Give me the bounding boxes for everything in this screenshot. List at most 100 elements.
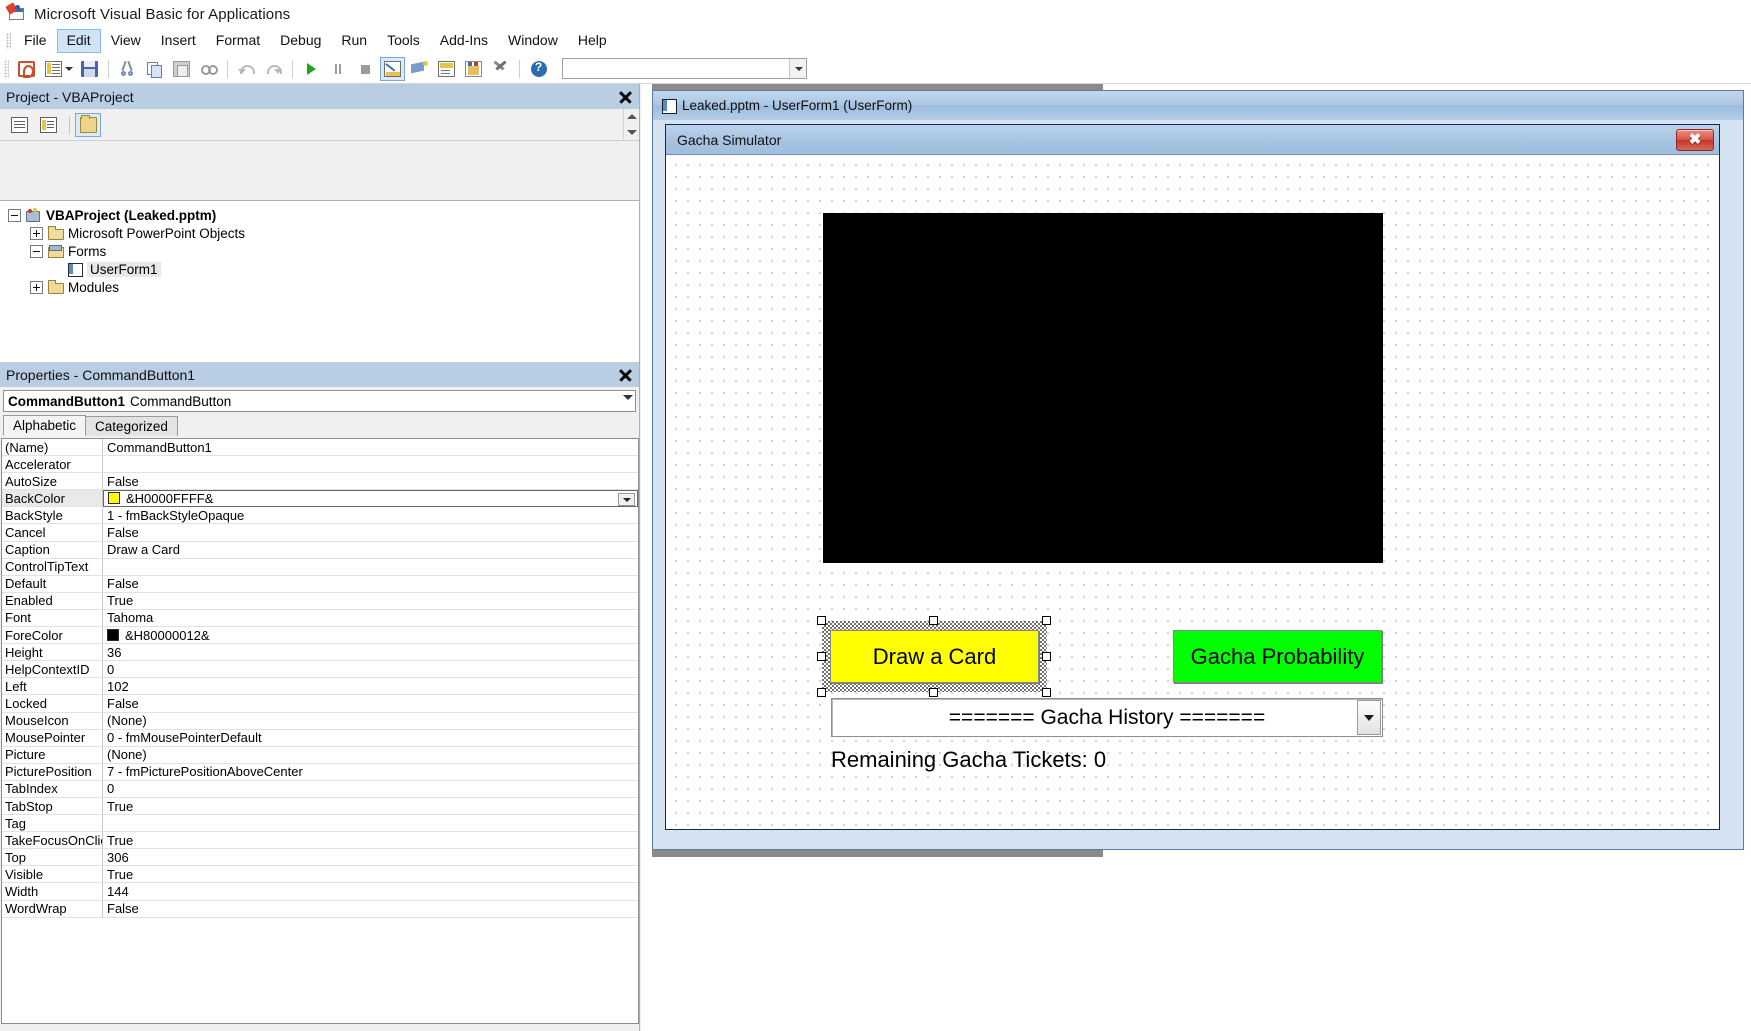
property-row[interactable]: Left 102 [2,678,638,696]
property-value[interactable]: False [103,695,638,711]
property-value-cell[interactable]: &H0000FFFF& [103,489,638,507]
property-row[interactable]: AutoSize False [2,473,638,491]
tree-node-userform1[interactable]: UserForm1 [0,260,639,278]
property-row[interactable]: Font Tahoma [2,609,638,628]
property-value[interactable]: 7 - fmPicturePositionAboveCenter [103,764,638,780]
menu-item-file[interactable]: File [14,29,57,53]
property-value[interactable]: False [103,524,638,540]
gacha-history-combobox[interactable]: ======= Gacha History ======= [831,698,1383,737]
property-row[interactable]: MousePointer 0 - fmMousePointerDefault [2,729,638,747]
property-row[interactable]: Width 144 [2,883,638,901]
property-value[interactable]: Draw a Card [103,542,638,558]
tree-node-modules[interactable]: Modules [0,278,639,296]
project-tree[interactable]: VBAProject (Leaked.pptm) Microsoft Power… [0,200,639,362]
menu-item-debug[interactable]: Debug [270,29,331,53]
menu-item-addins[interactable]: Add-Ins [430,29,498,53]
property-row[interactable]: Height 36 [2,644,638,662]
paste-icon[interactable] [169,57,194,81]
property-value[interactable]: False [103,901,638,917]
expander-minus-icon[interactable] [8,208,21,222]
property-value[interactable]: (None) [103,713,638,729]
tab-categorized[interactable]: Categorized [85,416,178,436]
property-value[interactable]: True [103,593,638,609]
property-row-forecolor[interactable]: ForeColor &H80000012& [2,627,638,645]
card-image-control[interactable] [823,213,1383,563]
userform-preview[interactable]: Gacha Simulator ✖ Draw a Card Gacha Prob… [665,124,1720,830]
property-value[interactable]: 36 [103,644,638,660]
resize-handle-w[interactable] [817,652,826,661]
tree-node-powerpoint-objects[interactable]: Microsoft PowerPoint Objects [0,224,639,242]
property-row[interactable]: Enabled True [2,592,638,610]
pause-icon[interactable] [326,57,351,81]
close-icon[interactable] [614,364,636,386]
property-value[interactable]: 0 [103,661,638,677]
properties-grid[interactable]: (Name) CommandButton1 Accelerator AutoSi… [1,438,639,1024]
undo-icon[interactable] [234,57,259,81]
toolbar-grip[interactable] [4,59,9,78]
run-icon[interactable] [299,57,324,81]
property-value[interactable]: CommandButton1 [103,439,638,455]
toolbar-position-combo[interactable] [562,58,807,79]
help-icon[interactable] [526,57,551,81]
find-icon[interactable] [196,57,221,81]
chevron-down-icon[interactable] [623,395,633,400]
project-scrollbar[interactable] [623,109,639,139]
property-row[interactable]: ControlTipText [2,558,638,576]
cut-icon[interactable] [115,57,140,81]
redo-icon[interactable] [261,57,286,81]
expander-plus-icon[interactable] [30,226,43,240]
property-row[interactable]: TakeFocusOnClick True [2,832,638,850]
property-value[interactable] [103,815,638,831]
property-row[interactable]: Locked False [2,695,638,713]
gacha-probability-button[interactable]: Gacha Probability [1173,630,1382,683]
menu-item-window[interactable]: Window [498,29,568,53]
menu-item-help[interactable]: Help [568,29,617,53]
property-row[interactable]: Cancel False [2,524,638,542]
resize-handle-n[interactable] [929,616,938,625]
property-row[interactable]: (Name) CommandButton1 [2,439,638,457]
menu-grip[interactable] [6,32,11,49]
toggle-folders-icon[interactable] [75,112,101,137]
menu-item-format[interactable]: Format [206,29,270,53]
property-row[interactable]: Visible True [2,866,638,884]
scroll-down-icon[interactable] [627,130,637,135]
expander-minus-icon[interactable] [30,244,43,258]
copy-icon[interactable] [142,57,167,81]
property-value[interactable]: 0 [103,781,638,797]
powerpoint-view-icon[interactable] [14,57,39,81]
property-value[interactable]: True [103,832,638,848]
property-row[interactable]: Accelerator [2,456,638,474]
chevron-down-icon[interactable] [789,59,806,78]
property-row[interactable]: Picture (None) [2,746,638,764]
resize-handle-e[interactable] [1042,652,1051,661]
property-value[interactable]: 144 [103,883,638,899]
property-row[interactable]: Default False [2,575,638,593]
insert-userform-icon[interactable] [41,57,66,81]
menu-item-run[interactable]: Run [331,29,377,53]
menu-item-edit[interactable]: Edit [56,28,101,53]
view-object-icon[interactable] [35,113,61,137]
property-row[interactable]: TabStop True [2,797,638,816]
property-row[interactable]: BackStyle 1 - fmBackStyleOpaque [2,507,638,525]
tab-alphabetic[interactable]: Alphabetic [3,415,87,436]
property-value[interactable]: True [103,798,638,814]
property-value[interactable]: (None) [103,747,638,763]
property-value[interactable]: 306 [103,849,638,865]
property-row[interactable]: WordWrap False [2,900,638,918]
tree-node-forms[interactable]: Forms [0,242,639,260]
property-value[interactable]: 0 - fmMousePointerDefault [103,730,638,746]
object-selector-combo[interactable]: CommandButton1 CommandButton [3,390,636,412]
draw-a-card-button[interactable]: Draw a Card [830,630,1039,683]
property-value[interactable] [103,559,638,575]
chevron-down-icon[interactable] [618,492,635,506]
menu-item-tools[interactable]: Tools [377,29,430,53]
insert-dropdown-caret-icon[interactable] [65,66,73,71]
expander-plus-icon[interactable] [30,280,43,294]
properties-window-icon[interactable] [434,57,459,81]
resize-handle-nw[interactable] [817,616,826,625]
close-button[interactable]: ✖ [1676,128,1714,151]
property-value[interactable]: False [103,576,638,592]
property-row-caption[interactable]: Caption Draw a Card [2,541,638,559]
property-row[interactable]: TabIndex 0 [2,780,638,798]
menu-item-view[interactable]: View [101,29,151,53]
